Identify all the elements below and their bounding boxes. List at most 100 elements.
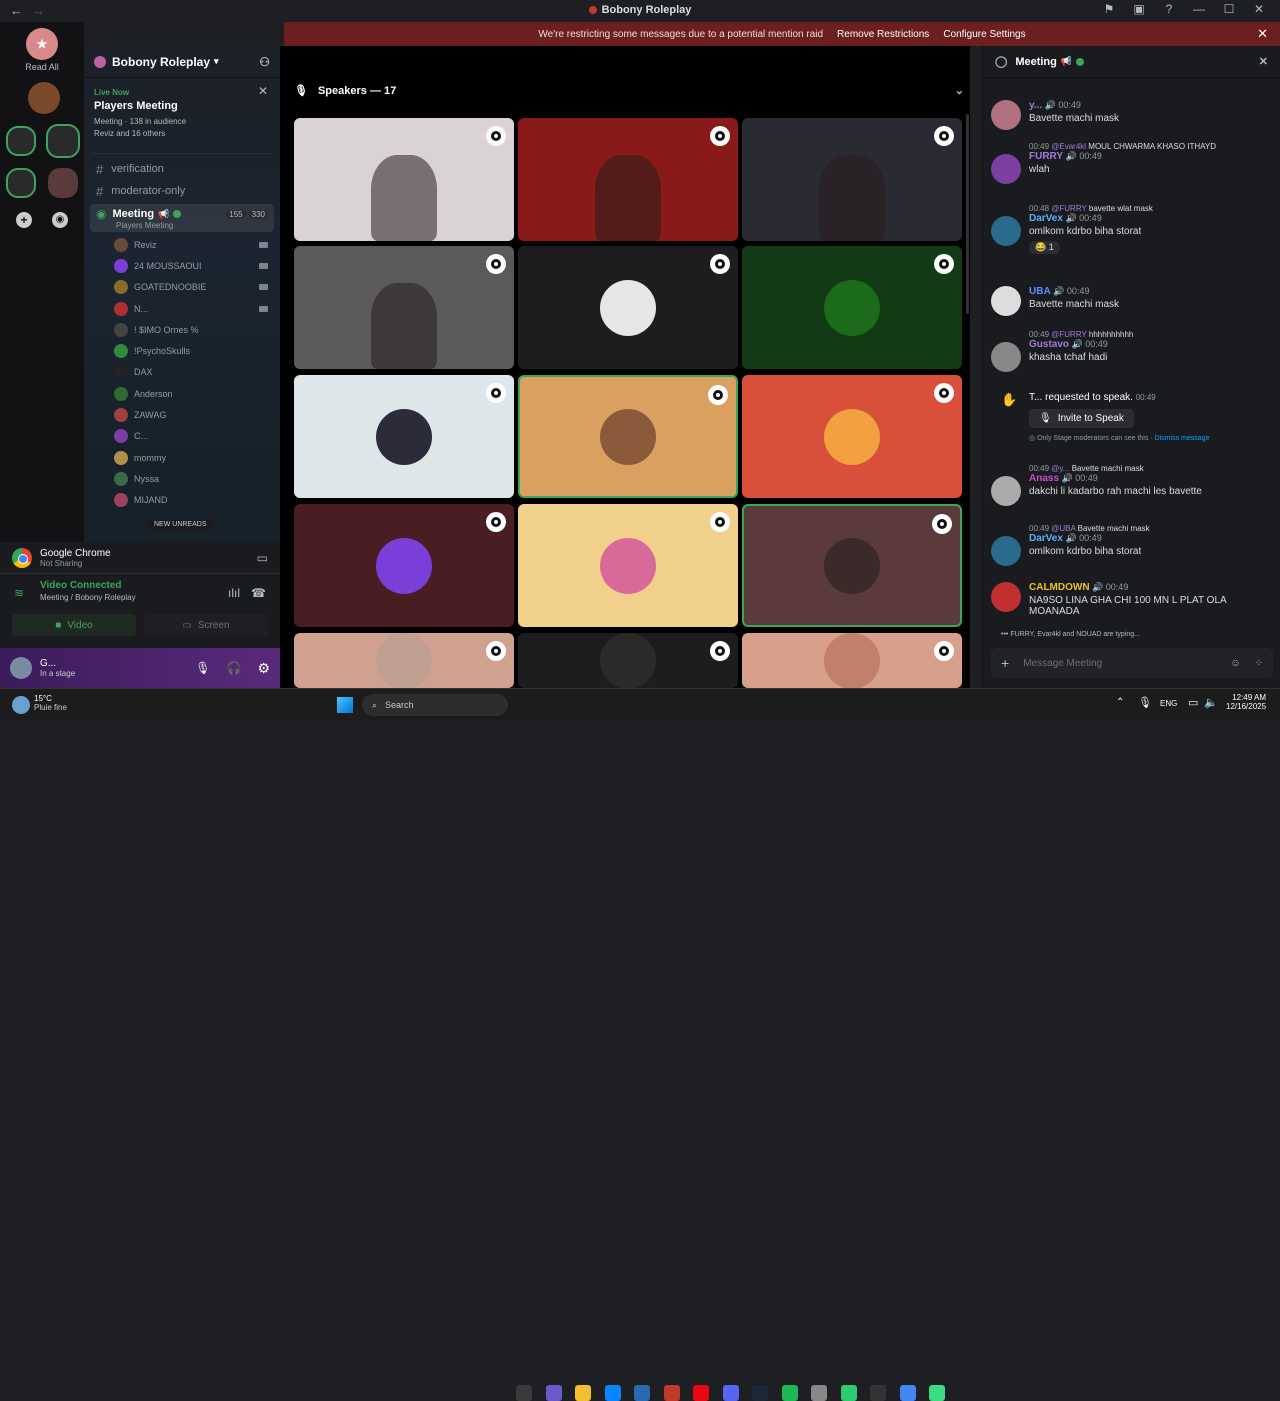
speaker-tile[interactable] — [742, 118, 962, 241]
direct-messages-icon[interactable]: ★ — [26, 28, 58, 60]
volume-icon[interactable]: 🔈 — [1204, 696, 1218, 709]
message-author[interactable]: DarVex — [1029, 213, 1063, 224]
chat-message[interactable]: UBA 🔊 00:49 Bavette machi mask — [991, 286, 1275, 316]
add-friend-icon[interactable]: ⚇ — [259, 55, 270, 69]
avatar[interactable] — [10, 657, 32, 679]
chat-message[interactable]: 00:49 @y... Bavette machi mask Anass 🔊 00… — [991, 464, 1275, 506]
maximize-icon[interactable]: ☐ — [1214, 2, 1244, 16]
avatar[interactable] — [991, 476, 1021, 506]
speaker-tile[interactable] — [518, 504, 738, 627]
chat-message[interactable]: y... 🔊 00:49 Bavette machi mask — [991, 100, 1275, 130]
server-icon-1[interactable] — [28, 82, 60, 114]
message-author[interactable]: Anass — [1029, 473, 1059, 484]
speaker-item[interactable]: ZAWAG — [84, 404, 280, 425]
stage-scrollbar[interactable] — [966, 114, 969, 314]
speaker-item[interactable]: GOATEDNOOBIE — [84, 277, 280, 298]
speaker-tile[interactable] — [518, 375, 738, 498]
add-server-icon[interactable]: + — [16, 212, 32, 228]
message-author[interactable]: CALMDOWN — [1029, 582, 1090, 593]
speaker-tile[interactable] — [294, 246, 514, 369]
speaker-tile[interactable] — [294, 633, 514, 688]
server-folder-1[interactable] — [6, 126, 36, 156]
add-attachment-icon[interactable]: + — [1001, 655, 1009, 671]
pin-icon[interactable] — [934, 254, 954, 274]
close-banner-icon[interactable]: ✕ — [1257, 26, 1268, 42]
speaker-tile[interactable] — [294, 375, 514, 498]
discover-icon[interactable]: ◉ — [52, 212, 68, 228]
taskbar-app-icon[interactable] — [899, 1385, 916, 1401]
speaker-item[interactable]: !PsychoSkulls — [84, 340, 280, 361]
read-all-button[interactable]: Read All — [0, 62, 84, 72]
pin-icon[interactable] — [934, 641, 954, 661]
pin-icon[interactable] — [486, 641, 506, 661]
video-button[interactable]: ■ Video — [12, 614, 136, 636]
language-indicator[interactable]: ENG — [1160, 699, 1177, 708]
message-composer[interactable]: + Message Meeting ☺ ⁘ — [991, 648, 1273, 678]
speaker-item[interactable]: DAX — [84, 362, 280, 383]
avatar[interactable] — [991, 536, 1021, 566]
taskbar-app-icon[interactable] — [663, 1385, 680, 1401]
chat-message[interactable]: 00:49 @FURRY hhhhhhhhhh Gustavo 🔊 00:49 kh… — [991, 330, 1275, 372]
noise-suppression-icon[interactable]: ılıl — [228, 586, 240, 600]
taskbar-app-icon[interactable] — [516, 1385, 532, 1401]
taskbar-app-icon[interactable] — [781, 1385, 798, 1401]
speaker-tile[interactable] — [742, 504, 962, 627]
speaker-tile[interactable] — [742, 246, 962, 369]
speaker-tile[interactable] — [518, 118, 738, 241]
screen-icon[interactable]: ▣ — [1124, 2, 1154, 16]
close-chat-icon[interactable]: ✕ — [1259, 55, 1268, 68]
taskbar-app-icon[interactable] — [604, 1385, 621, 1401]
reply-preview[interactable]: 00:49 @Evar4kl MOUL CHWARMA KHASO ITHAYD — [1029, 142, 1275, 151]
speaker-item[interactable]: 24 MOUSSAOUI — [84, 255, 280, 276]
speaker-item[interactable]: mommy — [84, 447, 280, 468]
configure-settings-link[interactable]: Configure Settings — [943, 29, 1025, 40]
taskbar-search[interactable]: ⌕ Search — [362, 694, 508, 716]
live-stage-card[interactable]: Live Now Players Meeting Meeting · 138 i… — [92, 84, 272, 142]
taskbar-app-icon[interactable] — [693, 1385, 709, 1401]
chat-message[interactable]: 00:49 @UBA Bavette machi mask DarVex 🔊 00… — [991, 524, 1275, 566]
speaker-tile[interactable] — [294, 118, 514, 241]
speaker-item[interactable]: N... — [84, 298, 280, 319]
avatar[interactable] — [991, 342, 1021, 372]
clock-time[interactable]: 12:49 AM — [1226, 693, 1266, 702]
headphones-icon[interactable]: 🎧 — [226, 661, 241, 675]
message-author[interactable]: Gustavo — [1029, 339, 1069, 350]
tray-chevron-icon[interactable]: ⌃ — [1116, 697, 1124, 708]
message-author[interactable]: UBA — [1029, 286, 1051, 297]
stage-channel-meeting[interactable]: ◉ Meeting 📢 155 330 Players Meeting — [90, 204, 274, 232]
message-author[interactable]: y... — [1029, 100, 1042, 111]
message-author[interactable]: DarVex — [1029, 533, 1063, 544]
speaker-tile[interactable] — [518, 633, 738, 688]
windows-start-icon[interactable] — [337, 697, 353, 713]
emoji-icon[interactable]: ☺ — [1230, 658, 1240, 669]
avatar[interactable] — [991, 582, 1021, 612]
pin-icon[interactable] — [710, 641, 730, 661]
chat-message[interactable]: 00:48 @FURRY bavette wlat mask DarVex 🔊 0… — [991, 204, 1275, 254]
avatar[interactable] — [991, 216, 1021, 246]
pin-icon[interactable] — [486, 512, 506, 532]
pin-icon[interactable] — [932, 514, 952, 534]
avatar[interactable] — [991, 154, 1021, 184]
speaker-tile[interactable] — [742, 375, 962, 498]
channel-moderator-only[interactable]: # moderator-only — [84, 180, 280, 202]
pin-icon[interactable] — [486, 126, 506, 146]
pin-icon[interactable] — [486, 383, 506, 403]
chat-message[interactable]: 00:49 @Evar4kl MOUL CHWARMA KHASO ITHAYD… — [991, 142, 1275, 184]
minimize-icon[interactable]: — — [1184, 2, 1214, 16]
pin-icon[interactable] — [710, 126, 730, 146]
speaker-tile[interactable] — [742, 633, 962, 688]
share-icon[interactable]: ▭ — [257, 551, 268, 565]
speaker-item[interactable]: Anderson — [84, 383, 280, 404]
help-icon[interactable]: ? — [1154, 2, 1184, 16]
taskbar-app-icon[interactable] — [870, 1385, 886, 1401]
taskbar-app-icon[interactable] — [929, 1385, 945, 1401]
taskbar-app-icon[interactable] — [575, 1385, 591, 1401]
invite-to-speak-button[interactable]: 🎙 Invite to Speak — [1029, 409, 1134, 428]
close-live-icon[interactable]: ✕ — [258, 84, 268, 98]
pin-icon[interactable] — [934, 126, 954, 146]
server-header[interactable]: Bobony Roleplay ▾ ⚇ — [84, 46, 280, 78]
settings-gear-icon[interactable]: ⚙ — [257, 660, 270, 677]
pin-icon[interactable] — [710, 512, 730, 532]
avatar[interactable] — [991, 100, 1021, 130]
taskbar-app-icon[interactable] — [811, 1385, 827, 1401]
